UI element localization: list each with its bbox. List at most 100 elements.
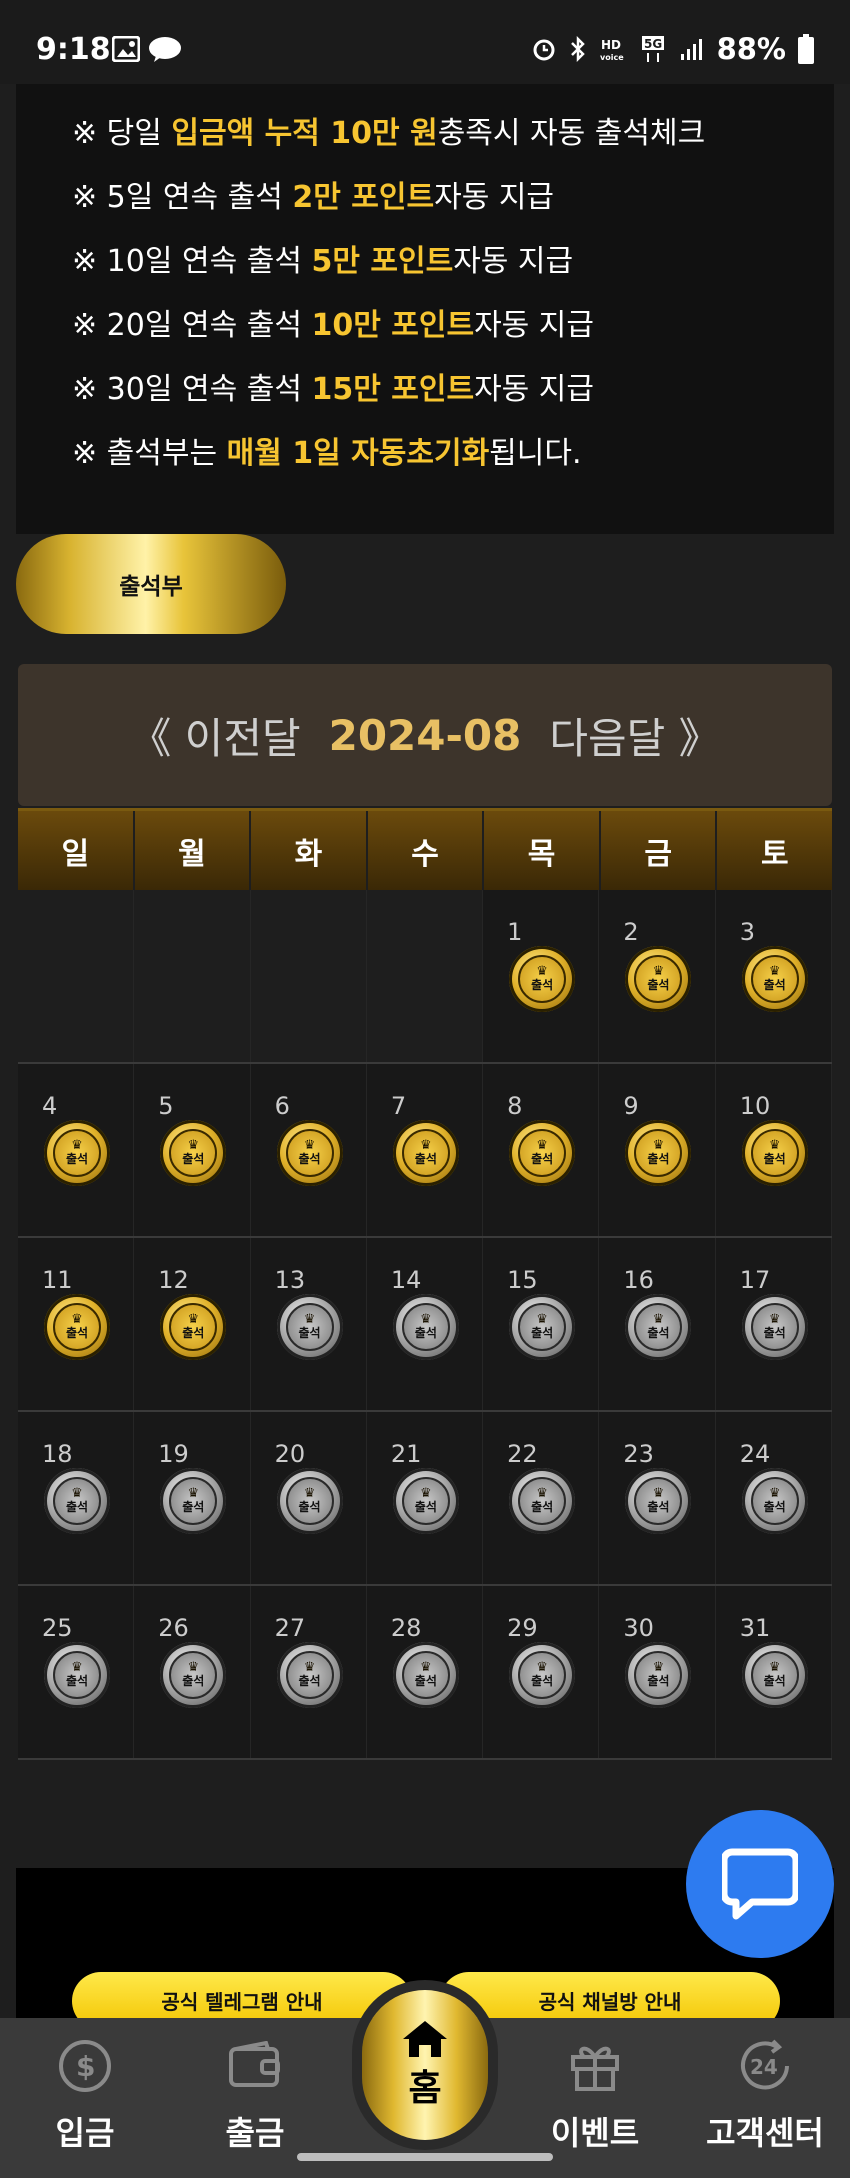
empty-stamp-icon: ♛ 출석	[741, 1294, 808, 1360]
attendance-stamp-icon: ♛ 출석	[625, 946, 692, 1012]
day-number: 9	[623, 1092, 639, 1120]
talk-icon	[149, 37, 181, 62]
home-icon	[403, 2021, 447, 2057]
calendar-day: 12 ♛ 출석	[134, 1238, 251, 1410]
prev-month-button[interactable]: 《 이전달	[129, 705, 300, 766]
next-month-button[interactable]: 다음달 》	[549, 705, 720, 766]
calendar-week: 1 ♛ 출석 2 ♛ 출석 3 ♛ 출석	[18, 890, 832, 1064]
attendance-tab-button[interactable]: 출석부	[16, 534, 286, 634]
attendance-stamp-icon: ♛ 출석	[741, 1120, 808, 1186]
svg-text:HD: HD	[601, 38, 621, 52]
live-chat-button[interactable]	[686, 1810, 834, 1958]
attendance-stamp-icon: ♛ 출석	[44, 1120, 110, 1186]
calendar-week: 25 ♛ 출석 26 ♛ 출석 27 ♛ 출석 28 ♛ 출석 29 ♛ 출석 30 ♛ 출석 31 ♛ 출석	[18, 1586, 832, 1760]
stamp-label: 출석	[647, 1152, 670, 1166]
day-number: 30	[623, 1614, 654, 1642]
empty-stamp-icon: ♛ 출석	[160, 1468, 227, 1534]
calendar-day: 8 ♛ 출석	[483, 1064, 600, 1236]
crown-icon: ♛	[536, 1312, 548, 1327]
empty-stamp-icon: ♛ 출석	[625, 1468, 692, 1534]
calendar-day: 23 ♛ 출석	[599, 1412, 716, 1584]
crown-icon: ♛	[71, 1312, 83, 1327]
calendar-day: 11 ♛ 출석	[18, 1238, 135, 1410]
weekday-thu: 목	[484, 811, 601, 890]
attendance-stamp-icon: ♛ 출석	[392, 1120, 459, 1186]
notice-line: ※ 5일 연속 출석 2만 포인트자동 지급	[72, 180, 555, 215]
nav-deposit[interactable]: $ 입금	[0, 2018, 170, 2178]
empty-stamp-icon: ♛ 출석	[276, 1294, 343, 1360]
stamp-label: 출석	[298, 1152, 321, 1166]
stamp-label: 출석	[65, 1500, 89, 1514]
5g-icon: 5G	[641, 36, 664, 62]
crown-icon: ♛	[768, 1486, 781, 1501]
crown-icon: ♛	[536, 964, 548, 979]
calendar-day: 2 ♛ 출석	[599, 890, 716, 1062]
crown-icon: ♛	[303, 1312, 316, 1327]
stamp-label: 출석	[763, 1326, 786, 1340]
gift-icon	[567, 2038, 623, 2094]
stamp-label: 출석	[647, 1500, 670, 1514]
alarm-icon	[533, 39, 555, 61]
empty-stamp-icon: ♛ 출석	[509, 1642, 576, 1708]
stamp-label: 출석	[531, 1152, 554, 1166]
empty-stamp-icon: ♛ 출석	[276, 1642, 343, 1708]
battery-icon	[798, 34, 814, 64]
crown-icon: ♛	[71, 1486, 83, 1501]
dollar-coin-icon: $	[57, 2038, 113, 2094]
crown-icon: ♛	[71, 1138, 83, 1153]
crown-icon: ♛	[303, 1660, 316, 1675]
weekday-mon: 월	[135, 811, 252, 890]
notice-line: ※ 30일 연속 출석 15만 포인트자동 지급	[72, 372, 594, 407]
calendar-grid: 1 ♛ 출석 2 ♛ 출석 3 ♛ 출석 4 ♛ 출석 5 ♛ 출석 6 ♛ 출석 7 ♛ 출석 8 ♛ 출석 9 ♛ 출석 10 ♛ 출…	[18, 890, 832, 1760]
stamp-label: 출석	[647, 978, 670, 992]
weekday-tue: 화	[251, 811, 368, 890]
day-number: 18	[42, 1440, 73, 1468]
weekday-header: 일 월 화 수 목 금 토	[18, 808, 832, 890]
notice-line: ※ 출석부는 매월 1일 자동초기화됩니다.	[72, 436, 582, 471]
stamp-label: 출석	[414, 1152, 437, 1166]
gallery-icon	[112, 36, 140, 62]
calendar-day: 6 ♛ 출석	[250, 1064, 367, 1236]
empty-stamp-icon: ♛ 출석	[509, 1468, 576, 1534]
calendar-empty-cell	[251, 890, 367, 1062]
calendar-empty-cell	[134, 890, 251, 1062]
empty-stamp-icon: ♛ 출석	[625, 1294, 692, 1360]
calendar-day: 24 ♛ 출석	[715, 1412, 832, 1584]
stamp-label: 출석	[298, 1674, 321, 1688]
attendance-stamp-icon: ♛ 출석	[276, 1120, 343, 1186]
day-number: 1	[507, 918, 523, 946]
crown-icon: ♛	[187, 1660, 200, 1675]
day-number: 28	[390, 1614, 422, 1642]
crown-icon: ♛	[652, 1312, 665, 1327]
stamp-label: 출석	[763, 978, 786, 992]
day-number: 23	[623, 1440, 654, 1468]
24h-support-icon: 24	[737, 2038, 793, 2094]
empty-stamp-icon: ♛ 출석	[509, 1294, 576, 1360]
stamp-label: 출석	[65, 1674, 89, 1688]
calendar-day: 31 ♛ 출석	[715, 1586, 832, 1758]
nav-home[interactable]: 홈	[362, 1990, 488, 2140]
crown-icon: ♛	[303, 1138, 316, 1153]
day-number: 2	[623, 918, 639, 946]
notice-line: ※ 20일 연속 출석 10만 포인트자동 지급	[72, 308, 594, 343]
attendance-stamp-icon: ♛ 출석	[160, 1294, 227, 1360]
stamp-label: 출석	[647, 1326, 670, 1340]
attendance-stamp-icon: ♛ 출석	[44, 1294, 110, 1360]
day-number: 27	[274, 1614, 306, 1642]
day-number: 8	[507, 1092, 523, 1120]
calendar-day: 22 ♛ 출석	[483, 1412, 600, 1584]
stamp-label: 출석	[531, 1326, 554, 1340]
crown-icon: ♛	[652, 1486, 665, 1501]
crown-icon: ♛	[768, 964, 781, 979]
calendar-day: 27 ♛ 출석	[250, 1586, 367, 1758]
calendar-day: 3 ♛ 출석	[715, 890, 832, 1062]
gesture-bar	[297, 2153, 553, 2161]
day-number: 15	[507, 1266, 538, 1294]
stamp-label: 출석	[531, 1500, 554, 1514]
bluetooth-icon	[570, 36, 585, 62]
nav-support[interactable]: 24 고객센터	[680, 2018, 850, 2178]
empty-stamp-icon: ♛ 출석	[392, 1642, 459, 1708]
calendar-day: 21 ♛ 출석	[366, 1412, 484, 1584]
empty-stamp-icon: ♛ 출석	[392, 1294, 459, 1360]
day-number: 3	[739, 918, 755, 946]
